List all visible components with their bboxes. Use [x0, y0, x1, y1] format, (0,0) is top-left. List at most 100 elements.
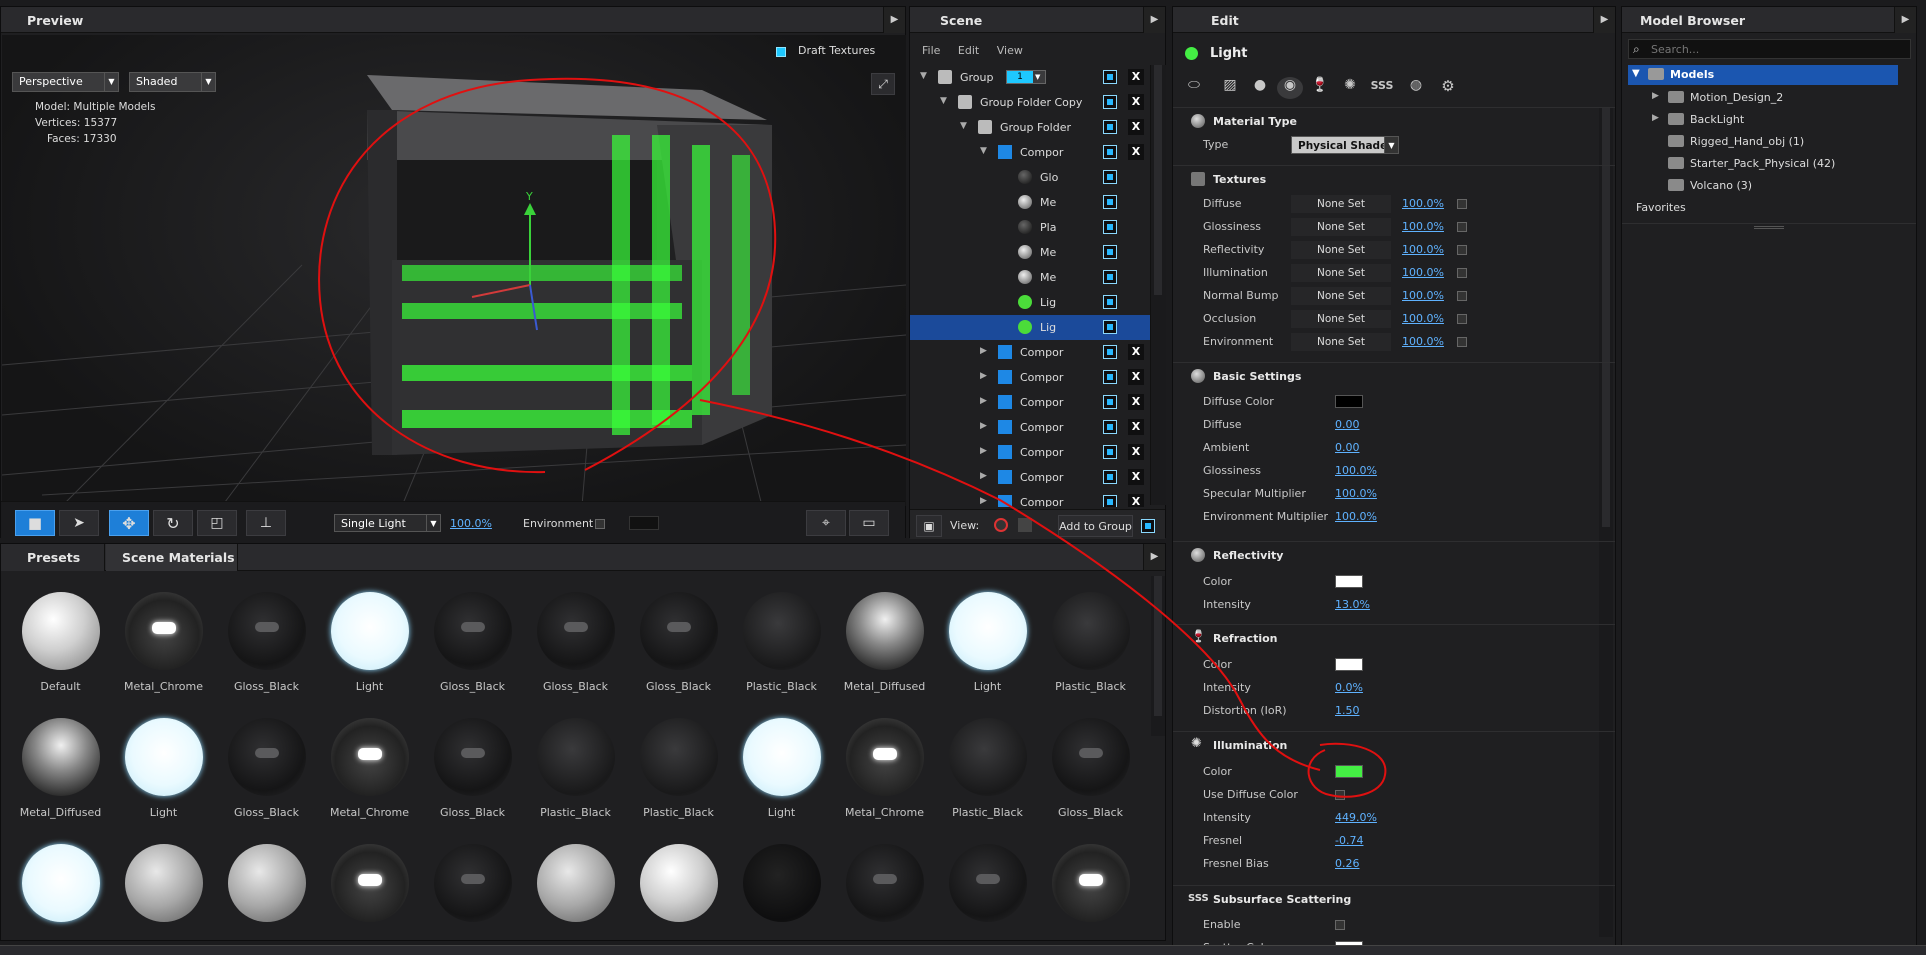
add-to-group-toggle[interactable] — [1141, 519, 1155, 533]
material-swatch[interactable]: Light — [112, 710, 215, 835]
scene-tree-row[interactable]: ▼ Group Folder X — [910, 115, 1150, 140]
material-swatch[interactable] — [9, 836, 112, 940]
search-box[interactable]: ⌕ — [1628, 39, 1911, 59]
select-arrow-icon[interactable]: ➤ — [59, 510, 99, 536]
texture-slot[interactable]: None Set — [1291, 310, 1391, 328]
scene-tree-row[interactable]: Me — [910, 190, 1150, 215]
material-swatch[interactable] — [936, 836, 1039, 940]
expand-right-icon[interactable]: ▶ — [1652, 113, 1659, 123]
texture-checkbox[interactable] — [1457, 245, 1467, 255]
material-swatch[interactable]: Light — [730, 710, 833, 835]
tree-item[interactable]: ▶ Motion_Design_2 — [1628, 87, 1898, 109]
scene-tree-row[interactable]: ▼ Group Folder Copy X — [910, 90, 1150, 115]
visibility-toggle[interactable] — [1103, 70, 1117, 84]
delete-x-icon[interactable]: X — [1128, 344, 1144, 360]
scale-icon[interactable]: ◰ — [197, 510, 237, 536]
setting-value[interactable]: 0.00 — [1335, 441, 1360, 454]
material-swatch[interactable]: Gloss_Black — [627, 584, 730, 709]
delete-x-icon[interactable]: X — [1128, 469, 1144, 485]
preview-expand-arrow-icon[interactable]: ▶ — [883, 7, 905, 33]
material-swatch[interactable]: Metal_Chrome — [112, 584, 215, 709]
visibility-toggle[interactable] — [1103, 120, 1117, 134]
section-basic-settings[interactable]: Basic Settings — [1173, 362, 1615, 388]
material-swatch[interactable] — [627, 836, 730, 940]
reflectivity-intensity-value[interactable]: 13.0% — [1335, 598, 1370, 611]
texture-slot[interactable]: None Set — [1291, 218, 1391, 236]
expand-down-icon[interactable]: ▼ — [960, 121, 967, 131]
material-swatch[interactable]: Plastic_Black — [730, 584, 833, 709]
refraction-intensity-value[interactable]: 0.0% — [1335, 681, 1363, 694]
scene-tree-row[interactable]: ▶ Compor X — [910, 465, 1150, 490]
materials-expand-arrow-icon[interactable]: ▶ — [1143, 544, 1165, 570]
expand-right-icon[interactable]: ▶ — [980, 346, 987, 356]
visibility-toggle[interactable] — [1103, 295, 1117, 309]
gear-icon[interactable]: ⚙ — [1435, 77, 1461, 99]
scene-tree-row[interactable]: Me — [910, 240, 1150, 265]
visibility-toggle[interactable] — [1103, 245, 1117, 259]
visibility-toggle[interactable] — [1103, 145, 1117, 159]
material-swatch[interactable]: Plastic_Black — [936, 710, 1039, 835]
expand-right-icon[interactable]: ▶ — [980, 446, 987, 456]
sss-tab-icon[interactable]: SSS — [1369, 79, 1395, 101]
texture-percent[interactable]: 100.0% — [1402, 335, 1444, 348]
material-swatch[interactable]: Default — [9, 584, 112, 709]
delete-x-icon[interactable]: X — [1128, 394, 1144, 410]
section-reflectivity[interactable]: Reflectivity — [1173, 541, 1615, 567]
fresnel-bias-value[interactable]: 0.26 — [1335, 857, 1360, 870]
texture-percent[interactable]: 100.0% — [1402, 220, 1444, 233]
texture-slot[interactable]: None Set — [1291, 264, 1391, 282]
draft-textures-checkbox[interactable] — [776, 47, 786, 57]
scene-tree-row[interactable]: ▶ Compor X — [910, 390, 1150, 415]
scene-tree-row[interactable]: ▶ Compor X — [910, 365, 1150, 390]
texture-checkbox[interactable] — [1457, 314, 1467, 324]
material-type-dropdown[interactable]: Physical Shader ▼ — [1291, 136, 1399, 154]
materials-scrollbar[interactable] — [1151, 576, 1165, 736]
material-swatch[interactable]: Metal_Diffused — [833, 584, 936, 709]
bulb-tab-icon[interactable]: ✺ — [1337, 77, 1363, 99]
tree-item[interactable]: Volcano (3) — [1628, 175, 1898, 197]
material-swatch[interactable]: Plastic_Black — [524, 710, 627, 835]
expand-right-icon[interactable]: ▶ — [980, 496, 987, 506]
material-swatch[interactable] — [215, 836, 318, 940]
materials-scrollbar-thumb[interactable] — [1154, 576, 1162, 716]
material-swatch[interactable]: Light — [318, 584, 421, 709]
splitter-handle-icon[interactable] — [1754, 226, 1784, 229]
reflectivity-color-swatch[interactable] — [1335, 575, 1363, 588]
texture-percent[interactable]: 100.0% — [1402, 243, 1444, 256]
visibility-toggle[interactable] — [1103, 395, 1117, 409]
expand-right-icon[interactable]: ▶ — [1652, 91, 1659, 101]
material-swatch[interactable]: Metal_Chrome — [833, 710, 936, 835]
scene-expand-arrow-icon[interactable]: ▶ — [1143, 7, 1165, 33]
texture-checkbox[interactable] — [1457, 337, 1467, 347]
material-swatch[interactable] — [524, 836, 627, 940]
section-refraction[interactable]: 🍷 Refraction — [1173, 624, 1615, 650]
texture-checkbox[interactable] — [1457, 291, 1467, 301]
light-percent[interactable]: 100.0% — [450, 517, 492, 530]
material-swatch[interactable]: Gloss_Black — [215, 584, 318, 709]
scene-tree-row[interactable]: Me — [910, 265, 1150, 290]
delete-x-icon[interactable]: X — [1128, 369, 1144, 385]
tree-item-models[interactable]: ▼ Models — [1628, 65, 1898, 85]
section-material-type[interactable]: Material Type — [1173, 107, 1615, 133]
tab-presets[interactable]: Presets — [1, 544, 105, 571]
material-swatch[interactable]: Gloss_Black — [1039, 710, 1142, 835]
delete-x-icon[interactable]: X — [1128, 69, 1144, 85]
refraction-color-swatch[interactable] — [1335, 658, 1363, 671]
light-mode-dropdown[interactable]: Single Light ▼ — [334, 514, 441, 532]
delete-x-icon[interactable]: X — [1128, 94, 1144, 110]
visibility-toggle[interactable] — [1103, 345, 1117, 359]
visibility-toggle[interactable] — [1103, 220, 1117, 234]
fresnel-value[interactable]: -0.74 — [1335, 834, 1363, 847]
scene-scrollbar-thumb[interactable] — [1154, 65, 1162, 295]
use-diffuse-checkbox[interactable] — [1335, 790, 1345, 800]
delete-x-icon[interactable]: X — [1128, 494, 1144, 507]
visibility-toggle[interactable] — [1103, 420, 1117, 434]
visibility-toggle[interactable] — [1103, 95, 1117, 109]
expand-right-icon[interactable]: ▶ — [980, 471, 987, 481]
texture-slot[interactable]: None Set — [1291, 333, 1391, 351]
material-swatch[interactable]: Gloss_Black — [421, 584, 524, 709]
scene-tree-row[interactable]: Lig — [910, 290, 1150, 315]
expand-right-icon[interactable]: ▶ — [980, 396, 987, 406]
visibility-toggle[interactable] — [1103, 320, 1117, 334]
scene-tree-row[interactable]: ▶ Compor X — [910, 440, 1150, 465]
